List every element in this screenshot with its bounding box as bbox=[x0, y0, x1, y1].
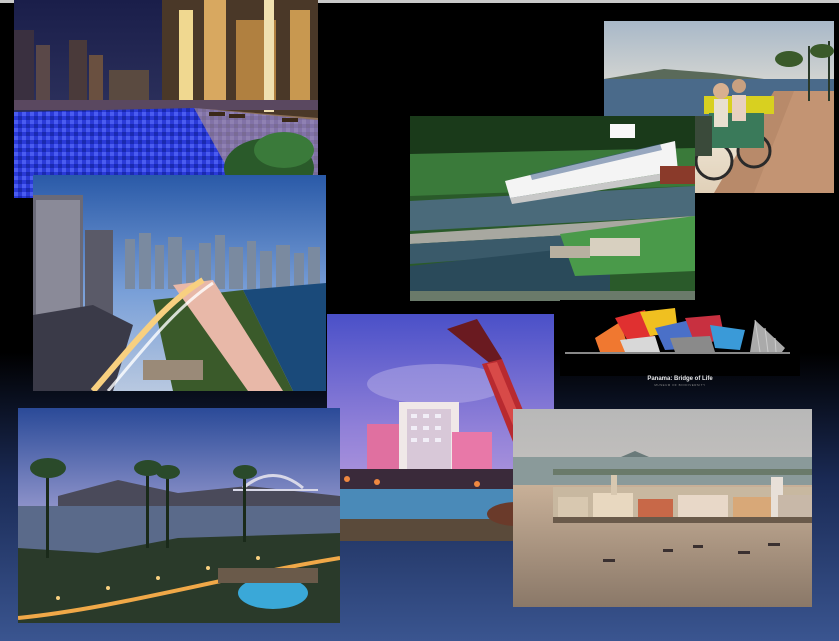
bay-bridge-sunset-photo[interactable] bbox=[18, 408, 340, 623]
canal-locks-cruise-ship-photo[interactable] bbox=[410, 116, 695, 301]
city-skyline-dusk-image bbox=[33, 175, 326, 391]
museum-caption: Panama: Bridge of Life bbox=[647, 376, 713, 382]
museum-subcaption: MUSEUM OF BIODIVERSITY bbox=[654, 383, 706, 387]
hotel-pool-night-photo[interactable] bbox=[14, 0, 318, 198]
hotel-pool-night-image bbox=[14, 0, 318, 198]
old-town-waterfront-photo[interactable] bbox=[513, 409, 812, 607]
museum-building-image bbox=[560, 300, 800, 376]
canal-locks-cruise-ship-image bbox=[410, 116, 695, 301]
bay-bridge-sunset-image bbox=[18, 408, 340, 623]
city-skyline-dusk-photo[interactable] bbox=[33, 175, 326, 391]
museum-logo: Panama: Bridge of Life MUSEUM OF BIODIVE… bbox=[560, 300, 800, 390]
old-town-waterfront-image bbox=[513, 409, 812, 607]
